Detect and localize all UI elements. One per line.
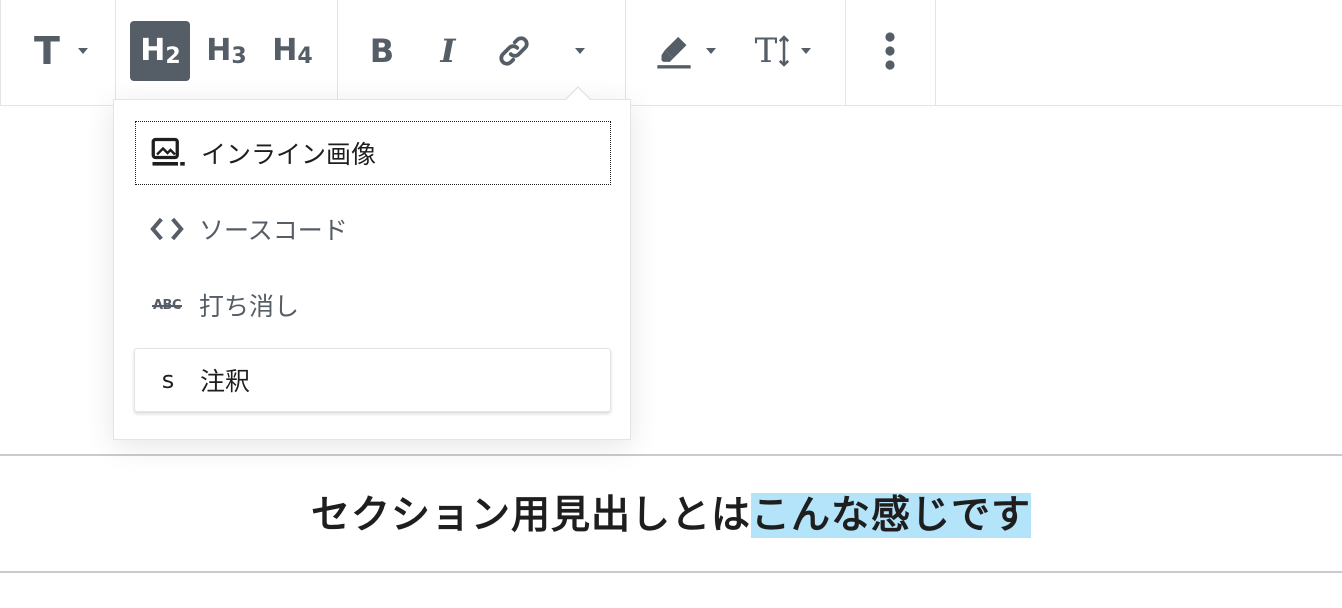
heading-text-plain: セクション用見出しとは <box>310 493 751 538</box>
bold-icon: B <box>369 32 395 70</box>
block-type-dropdown-button[interactable]: T <box>21 21 101 81</box>
heading-3-button[interactable]: H3 <box>196 21 256 81</box>
inline-image-icon <box>151 135 187 171</box>
heading-3-icon: H3 <box>206 33 246 69</box>
menu-item-label: 打ち消し <box>199 292 300 321</box>
menu-item-inline-image[interactable]: インライン画像 <box>135 121 611 185</box>
menu-item-label: 注釈 <box>200 367 251 396</box>
annotation-s-icon: s <box>161 366 175 394</box>
menu-item-label: インライン画像 <box>201 140 377 169</box>
menu-item-annotation[interactable]: s 注釈 <box>134 348 611 412</box>
block-toolbar: T H2 H3 H4 B I T <box>0 0 1342 106</box>
heading-level-group: H2 H3 H4 <box>116 0 338 106</box>
heading-2-icon: H2 <box>140 33 180 69</box>
more-formats-dropdown: インライン画像 ソースコード ABC 打ち消し s 注釈 <box>113 99 631 440</box>
text-block-icon: T <box>34 29 60 73</box>
text-size-icon: T <box>755 34 792 68</box>
block-divider-bottom <box>0 571 1342 573</box>
chevron-down-icon <box>575 48 585 54</box>
menu-item-label: ソースコード <box>199 216 348 245</box>
strikethrough-icon: ABC <box>151 297 182 313</box>
link-icon <box>499 36 529 66</box>
heading-4-button[interactable]: H4 <box>262 21 322 81</box>
chevron-down-icon <box>706 48 716 54</box>
section-heading[interactable]: セクション用見出しとはこんな感じです <box>310 484 1032 540</box>
color-size-group: T <box>626 0 846 106</box>
heading-2-button[interactable]: H2 <box>130 21 190 81</box>
highlight-button[interactable] <box>644 21 726 81</box>
highlighter-icon <box>657 36 691 69</box>
chevron-down-icon <box>77 48 88 54</box>
heading-text-selection: こんな感じです <box>751 493 1032 538</box>
more-options-button[interactable] <box>860 21 920 81</box>
section-heading-block[interactable]: セクション用見出しとはこんな感じです <box>0 468 1342 556</box>
text-size-button[interactable]: T <box>742 21 824 81</box>
block-type-group: T <box>0 0 116 106</box>
link-button[interactable] <box>484 21 544 81</box>
italic-button[interactable]: I <box>418 21 478 81</box>
bold-button[interactable]: B <box>352 21 412 81</box>
block-divider-top <box>0 454 1342 456</box>
heading-4-icon: H4 <box>272 33 312 69</box>
chevron-down-icon <box>801 48 812 54</box>
menu-item-source-code[interactable]: ソースコード <box>134 197 611 261</box>
more-options-group <box>846 0 936 106</box>
popover-arrow-fill <box>565 88 591 101</box>
more-vertical-icon <box>885 32 895 70</box>
more-formats-button[interactable] <box>550 21 610 81</box>
code-brackets-icon <box>149 211 185 247</box>
menu-item-strikethrough[interactable]: ABC 打ち消し <box>134 273 611 337</box>
italic-icon: I <box>440 32 456 70</box>
